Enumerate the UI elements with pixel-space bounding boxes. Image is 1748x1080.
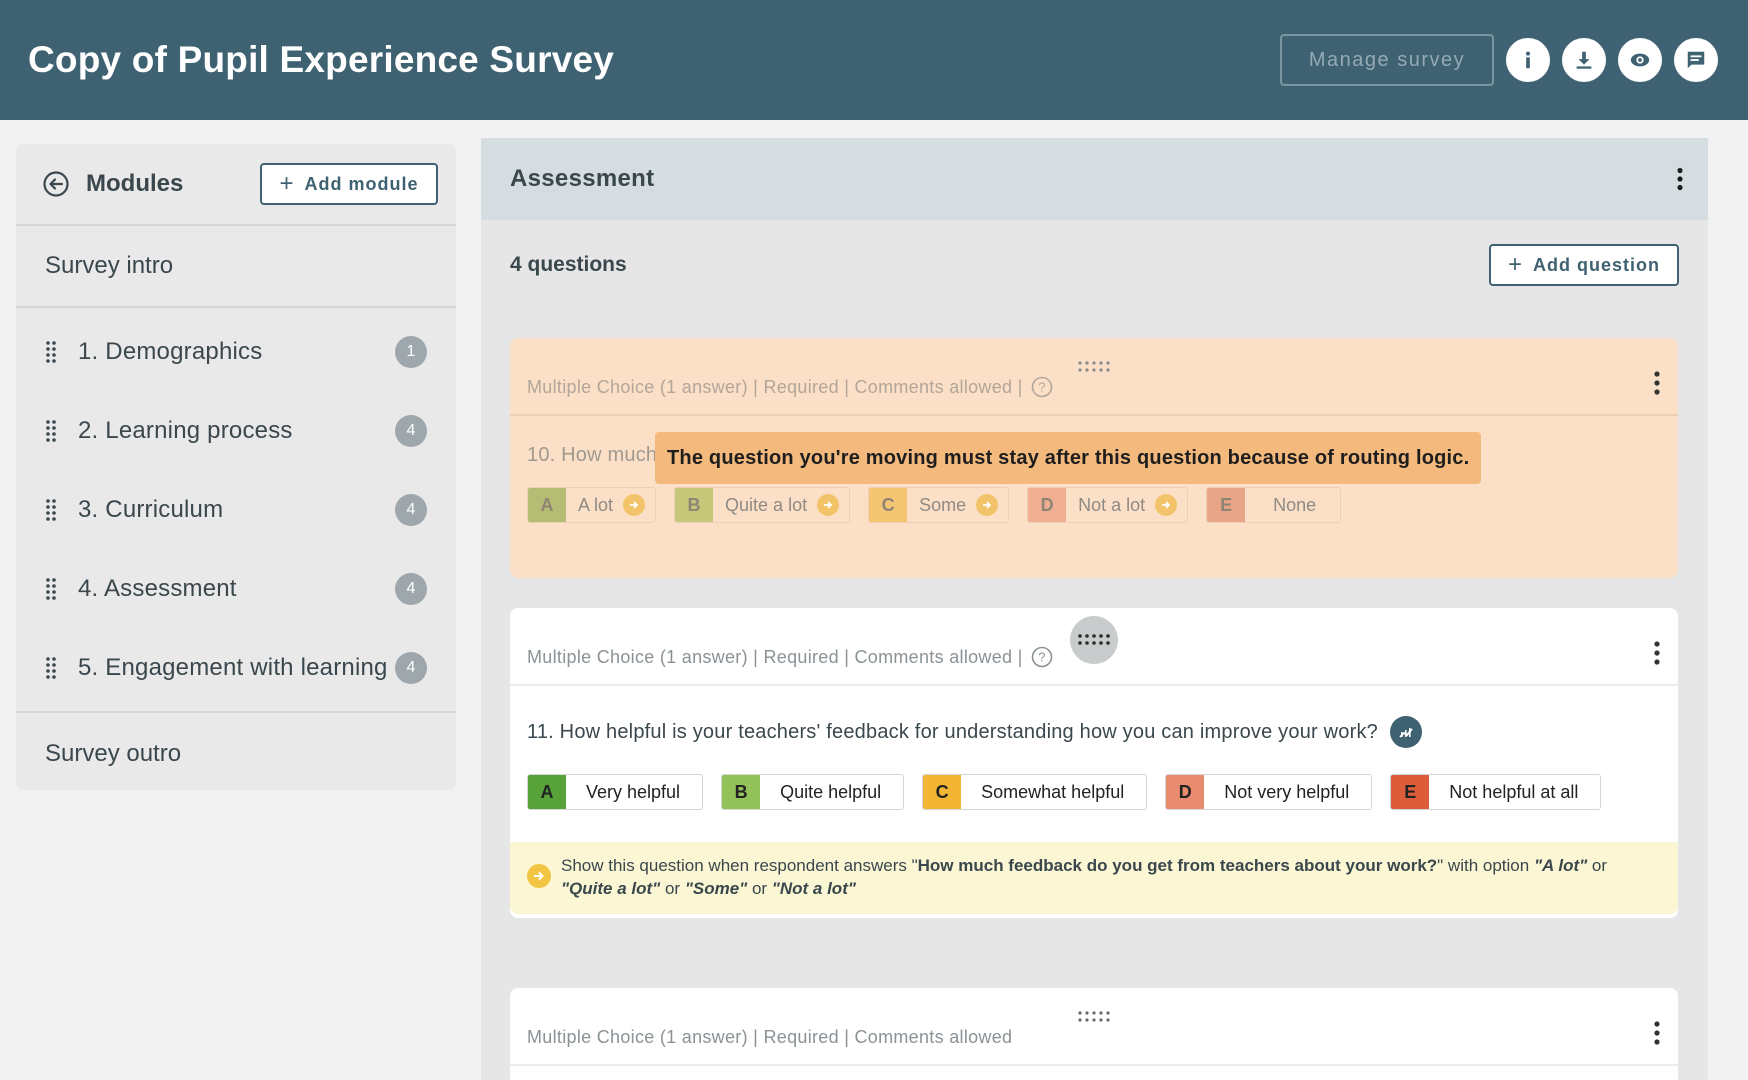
help-icon[interactable]: ? xyxy=(1031,646,1053,668)
svg-text:?: ? xyxy=(1038,380,1046,395)
sidebar-item-label: 3. Curriculum xyxy=(78,495,224,523)
drag-grip-icon xyxy=(1078,634,1110,645)
module-editor: Assessment 4 questions + Add question Mu… xyxy=(481,138,1708,1080)
plus-icon: + xyxy=(1507,251,1523,278)
answer-option: E None xyxy=(1206,487,1342,523)
svg-text:?: ? xyxy=(1038,650,1046,665)
answer-option: C Some xyxy=(868,487,1010,523)
drag-handle-icon[interactable] xyxy=(44,419,58,443)
drag-handle-icon[interactable] xyxy=(44,498,58,522)
question-options-icon[interactable] xyxy=(1653,370,1661,396)
sidebar-item-assessment[interactable]: 4. Assessment 4 xyxy=(16,549,456,628)
drag-grip-icon[interactable] xyxy=(1077,360,1111,374)
header-actions: Manage survey xyxy=(1280,34,1718,86)
survey-title: Copy of Pupil Experience Survey xyxy=(28,39,615,80)
answer-option: D Not a lot xyxy=(1027,487,1189,523)
questions-toolbar: 4 questions + Add question xyxy=(481,220,1708,310)
app-header: Copy of Pupil Experience Survey Manage s… xyxy=(0,0,1748,120)
sidebar-item-label: 1. Demographics xyxy=(78,337,263,365)
question-card-12[interactable]: Multiple Choice (1 answer) | Required | … xyxy=(510,988,1678,1080)
answer-option: A A lot xyxy=(527,487,657,523)
routing-arrow-icon xyxy=(817,494,840,516)
comments-button[interactable] xyxy=(1674,38,1718,82)
eye-icon xyxy=(1630,53,1650,67)
routing-condition: Show this question when respondent answe… xyxy=(510,842,1678,914)
module-header: Assessment xyxy=(481,138,1708,220)
drag-grip-icon[interactable] xyxy=(1077,1010,1111,1024)
routing-warning-tooltip: The question you're moving must stay aft… xyxy=(655,432,1482,484)
comment-icon xyxy=(1687,51,1705,69)
sidebar-item-survey-intro[interactable]: Survey intro xyxy=(16,226,456,308)
question-count-badge: 4 xyxy=(395,651,427,684)
answer-option: B Quite helpful xyxy=(721,774,905,810)
answer-option: B Quite a lot xyxy=(674,487,851,523)
question-card-11[interactable]: Multiple Choice (1 answer) | Required | … xyxy=(510,608,1678,918)
help-icon[interactable]: ? xyxy=(1031,376,1053,398)
sidebar-item-label: 4. Assessment xyxy=(78,574,237,602)
question-text-row: 10. How much f The question you're movin… xyxy=(510,416,1678,484)
question-meta: Multiple Choice (1 answer) | Required | … xyxy=(510,988,1678,1066)
question-meta: Multiple Choice (1 answer) | Required | … xyxy=(510,338,1678,416)
sidebar-item-demographics[interactable]: 1. Demographics 1 xyxy=(16,312,456,391)
question-options-icon[interactable] xyxy=(1653,1020,1661,1046)
drag-handle-icon[interactable] xyxy=(44,656,58,680)
info-button[interactable] xyxy=(1506,38,1550,82)
question-count: 4 questions xyxy=(510,253,627,276)
sidebar-item-learning-process[interactable]: 2. Learning process 4 xyxy=(16,391,456,470)
question-count-badge: 4 xyxy=(395,572,427,605)
question-count-badge: 4 xyxy=(395,414,427,447)
routing-arrow-icon xyxy=(976,494,999,516)
add-module-button[interactable]: + Add module xyxy=(260,163,438,205)
drag-handle-icon[interactable] xyxy=(44,340,58,364)
question-card-10[interactable]: Multiple Choice (1 answer) | Required | … xyxy=(510,338,1678,578)
question-type-meta: Multiple Choice (1 answer) | Required | … xyxy=(527,376,1023,397)
routing-arrow-icon xyxy=(527,864,551,888)
analytics-icon[interactable] xyxy=(1389,716,1422,748)
back-arrow-icon[interactable] xyxy=(42,170,70,198)
sidebar-item-label: 5. Engagement with learning xyxy=(78,653,388,681)
sidebar-item-survey-outro[interactable]: Survey outro xyxy=(16,713,456,790)
info-icon xyxy=(1525,51,1531,69)
more-options-icon[interactable] xyxy=(1676,167,1684,191)
question-text-row: 11. How helpful is your teachers' feedba… xyxy=(510,686,1678,748)
sidebar-item-engagement[interactable]: 5. Engagement with learning 4 xyxy=(16,628,456,707)
question-text: 10. How much f xyxy=(527,444,669,466)
question-count-badge: 1 xyxy=(395,335,427,368)
answer-option: D Not very helpful xyxy=(1165,774,1373,810)
add-question-button[interactable]: + Add question xyxy=(1489,244,1679,286)
manage-survey-button[interactable]: Manage survey xyxy=(1280,34,1494,86)
sidebar-item-label: 2. Learning process xyxy=(78,416,293,444)
question-text: 11. How helpful is your teachers' feedba… xyxy=(527,720,1378,743)
answer-option: E Not helpful at all xyxy=(1390,774,1602,810)
modules-sidebar: Modules + Add module Survey intro 1. Dem… xyxy=(16,144,456,790)
routing-arrow-icon xyxy=(1155,494,1178,516)
sidebar-header: Modules + Add module xyxy=(16,144,456,226)
modules-title: Modules xyxy=(86,170,184,197)
answer-options: A Very helpful B Quite helpful C Somewha… xyxy=(510,748,1678,810)
routing-condition-text: Show this question when respondent answe… xyxy=(561,856,1608,898)
question-meta: Multiple Choice (1 answer) | Required | … xyxy=(510,608,1678,686)
module-title: Assessment xyxy=(510,165,655,192)
module-list: 1. Demographics 1 2. Learning process 4 … xyxy=(16,308,456,713)
question-options-icon[interactable] xyxy=(1653,640,1661,666)
drag-handle-icon[interactable] xyxy=(44,577,58,601)
routing-arrow-icon xyxy=(623,494,646,516)
question-count-badge: 4 xyxy=(395,493,427,526)
question-type-meta: Multiple Choice (1 answer) | Required | … xyxy=(527,646,1023,667)
download-button[interactable] xyxy=(1562,38,1606,82)
drag-grip-button[interactable] xyxy=(1070,616,1118,664)
download-icon xyxy=(1576,51,1592,69)
question-type-meta: Multiple Choice (1 answer) | Required | … xyxy=(527,1027,1013,1047)
plus-icon: + xyxy=(279,170,295,197)
answer-option: C Somewhat helpful xyxy=(922,774,1148,810)
preview-button[interactable] xyxy=(1618,38,1662,82)
sidebar-item-curriculum[interactable]: 3. Curriculum 4 xyxy=(16,470,456,549)
answer-option: A Very helpful xyxy=(527,774,704,810)
